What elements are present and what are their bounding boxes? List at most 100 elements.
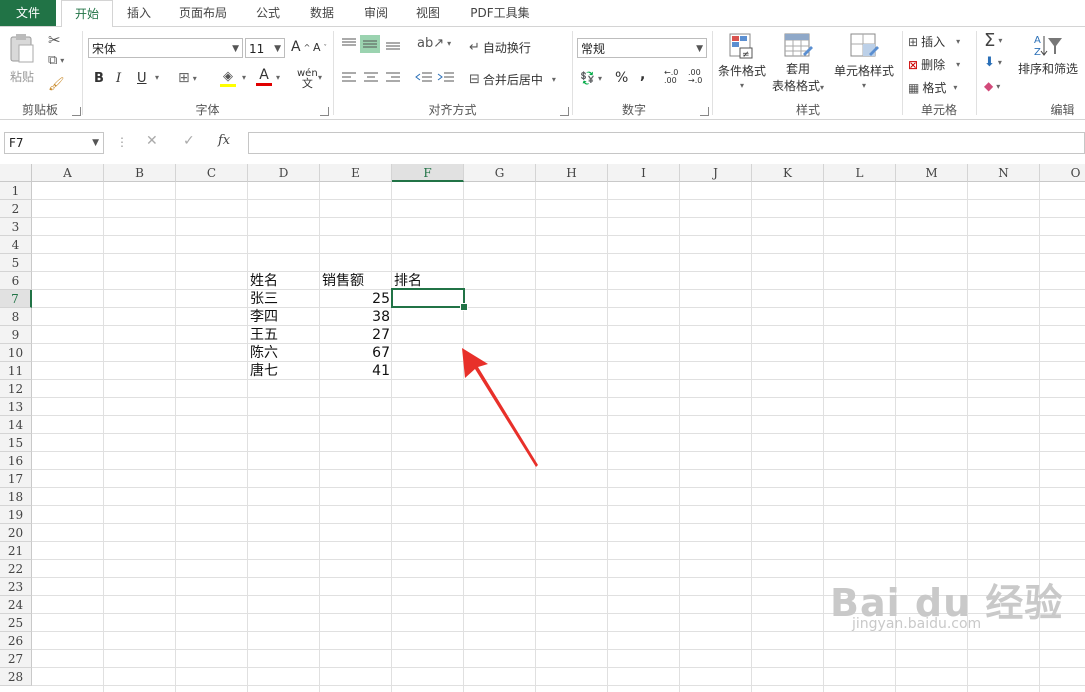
percent-button[interactable]: % [615, 70, 628, 86]
name-cell[interactable]: 王五 [248, 326, 320, 344]
row-header-1[interactable]: 1 [0, 182, 32, 200]
row-header-13[interactable]: 13 [0, 398, 32, 416]
row-header-2[interactable]: 2 [0, 200, 32, 218]
row-header-14[interactable]: 14 [0, 416, 32, 434]
accounting-format-button[interactable]: 💱 ▾ [580, 71, 602, 85]
wrap-text-button[interactable]: ↵ 自动换行 [469, 39, 531, 56]
increase-indent-button[interactable] [437, 71, 455, 85]
tab-home[interactable]: 开始 [61, 0, 113, 28]
phonetic-button[interactable]: wén 文 [297, 69, 318, 90]
format-as-table-button[interactable]: 套用 表格格式▾ [772, 32, 824, 94]
comma-button[interactable]: , [640, 67, 645, 83]
align-right-button[interactable] [385, 71, 401, 85]
tab-view[interactable]: 视图 [408, 0, 448, 26]
row-header-16[interactable]: 16 [0, 452, 32, 470]
font-launcher-icon[interactable] [320, 107, 329, 116]
shrink-font-button[interactable]: Aˇ [313, 41, 327, 54]
tab-page-layout[interactable]: 页面布局 [170, 0, 236, 26]
cut-button[interactable]: ✂ [48, 31, 61, 49]
underline-dropdown[interactable]: ▾ [155, 73, 159, 82]
tab-file[interactable]: 文件 [0, 0, 56, 26]
decrease-decimal-button[interactable]: .00 →.0 [688, 69, 702, 85]
row-header-8[interactable]: 8 [0, 308, 32, 326]
autosum-button[interactable]: Σ ▾ [984, 30, 1002, 51]
font-name-select[interactable]: 宋体 ▼ [88, 38, 243, 58]
increase-decimal-button[interactable]: ←.0.00 [664, 69, 678, 85]
phonetic-dropdown[interactable]: ▾ [318, 73, 322, 82]
row-header-24[interactable]: 24 [0, 596, 32, 614]
row-header-28[interactable]: 28 [0, 668, 32, 686]
row-header-11[interactable]: 11 [0, 362, 32, 380]
column-header-k[interactable]: K [752, 164, 824, 182]
underline-button[interactable]: U [137, 71, 147, 86]
header-cell-sales[interactable]: 销售额 [320, 272, 392, 290]
format-cells-button[interactable]: ▦ 格式 ▾ [908, 79, 957, 96]
sort-filter-button[interactable]: AZ 排序和筛选 [1018, 32, 1078, 77]
font-color-dropdown[interactable]: ▾ [276, 73, 280, 82]
bold-button[interactable]: B [94, 71, 104, 86]
tab-review[interactable]: 审阅 [356, 0, 396, 26]
row-header-7[interactable]: 7 [0, 290, 32, 308]
column-header-n[interactable]: N [968, 164, 1040, 182]
insert-function-button[interactable]: fx [218, 133, 230, 148]
column-header-f[interactable]: F [392, 164, 464, 182]
name-cell[interactable]: 唐七 [248, 362, 320, 380]
format-painter-button[interactable]: 🖌 [48, 77, 65, 92]
enter-formula-button[interactable]: ✓ [183, 133, 195, 149]
row-header-25[interactable]: 25 [0, 614, 32, 632]
column-header-d[interactable]: D [248, 164, 320, 182]
row-header-12[interactable]: 12 [0, 380, 32, 398]
align-left-button[interactable] [341, 71, 357, 85]
delete-cells-button[interactable]: ⊠ 删除 ▾ [908, 56, 960, 73]
decrease-indent-button[interactable] [415, 71, 433, 85]
align-middle-button[interactable] [360, 35, 380, 53]
active-cell-f7[interactable] [391, 288, 465, 308]
column-header-h[interactable]: H [536, 164, 608, 182]
row-header-10[interactable]: 10 [0, 344, 32, 362]
tab-data[interactable]: 数据 [302, 0, 342, 26]
header-cell-name[interactable]: 姓名 [248, 272, 320, 290]
row-header-17[interactable]: 17 [0, 470, 32, 488]
align-center-button[interactable] [363, 71, 379, 85]
row-header-4[interactable]: 4 [0, 236, 32, 254]
sales-cell[interactable]: 38 [320, 308, 392, 326]
fill-color-dropdown[interactable]: ▾ [242, 73, 246, 82]
orientation-button[interactable]: ab↗ ▾ [417, 36, 451, 51]
name-cell[interactable]: 李四 [248, 308, 320, 326]
font-color-button[interactable]: A [256, 67, 272, 86]
fill-button[interactable]: ⬇ ▾ [984, 55, 1002, 70]
font-size-select[interactable]: 11 ▼ [245, 38, 285, 58]
fill-handle[interactable] [460, 303, 468, 311]
column-header-c[interactable]: C [176, 164, 248, 182]
column-header-m[interactable]: M [896, 164, 968, 182]
name-cell[interactable]: 陈六 [248, 344, 320, 362]
row-header-9[interactable]: 9 [0, 326, 32, 344]
cell-styles-button[interactable]: 单元格样式 ▾ [834, 32, 894, 90]
name-cell[interactable]: 张三 [248, 290, 320, 308]
number-launcher-icon[interactable] [700, 107, 709, 116]
italic-button[interactable]: I [116, 71, 121, 86]
row-header-23[interactable]: 23 [0, 578, 32, 596]
cancel-formula-button[interactable]: ✕ [146, 133, 158, 149]
row-header-20[interactable]: 20 [0, 524, 32, 542]
clipboard-launcher-icon[interactable] [72, 107, 81, 116]
row-header-27[interactable]: 27 [0, 650, 32, 668]
borders-button[interactable]: ⊞ ▾ [178, 70, 197, 86]
alignment-launcher-icon[interactable] [560, 107, 569, 116]
column-header-e[interactable]: E [320, 164, 392, 182]
column-header-g[interactable]: G [464, 164, 536, 182]
column-header-o[interactable]: O [1040, 164, 1085, 182]
column-header-j[interactable]: J [680, 164, 752, 182]
grow-font-button[interactable]: A ^ [291, 39, 310, 55]
column-header-i[interactable]: I [608, 164, 680, 182]
row-header-26[interactable]: 26 [0, 632, 32, 650]
row-header-3[interactable]: 3 [0, 218, 32, 236]
column-header-l[interactable]: L [824, 164, 896, 182]
sales-cell[interactable]: 67 [320, 344, 392, 362]
sales-cell[interactable]: 25 [320, 290, 392, 308]
copy-button[interactable]: ⧉ ▾ [48, 53, 64, 68]
tab-formulas[interactable]: 公式 [248, 0, 288, 26]
number-format-select[interactable]: 常规 ▼ [577, 38, 707, 58]
row-header-21[interactable]: 21 [0, 542, 32, 560]
row-header-6[interactable]: 6 [0, 272, 32, 290]
